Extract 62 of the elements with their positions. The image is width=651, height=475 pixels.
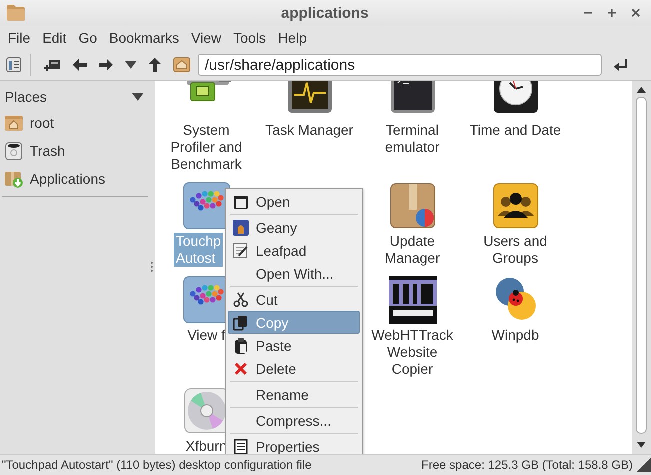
go-icon[interactable] <box>613 58 629 72</box>
menu-item[interactable]: Open With... <box>228 262 360 285</box>
geany-icon <box>233 220 249 236</box>
resize-grip-icon[interactable] <box>637 458 651 472</box>
history-caret-icon[interactable] <box>125 61 137 69</box>
sidebar-title: Places <box>5 89 48 105</box>
package-icon[interactable] <box>388 182 436 230</box>
menu-item[interactable]: Bookmarks <box>103 30 186 46</box>
trash-icon <box>5 142 23 160</box>
scissors-icon <box>233 292 249 308</box>
file-label[interactable]: Update Manager <box>366 233 458 267</box>
notepad-icon <box>233 242 249 258</box>
scroll-up-icon[interactable] <box>637 87 646 93</box>
dropdown-caret-icon[interactable] <box>132 93 144 101</box>
file-label[interactable]: Users and Groups <box>470 233 562 267</box>
file-label[interactable]: Terminal emulator <box>366 122 458 156</box>
menu-item[interactable]: Edit <box>36 30 73 46</box>
file-label[interactable]: Time and Date <box>470 122 562 139</box>
menu-item[interactable]: Go <box>72 30 104 46</box>
scrollbar[interactable] <box>632 81 651 454</box>
close-icon[interactable] <box>631 8 641 18</box>
location-field[interactable]: /usr/share/applications <box>198 54 602 76</box>
sidebar-item[interactable]: root <box>0 109 150 137</box>
menu-item[interactable]: Help <box>272 30 313 46</box>
menu-item[interactable]: File <box>2 30 37 46</box>
file-label[interactable]: Winpdb <box>470 327 562 344</box>
menu-item[interactable]: Paste <box>228 334 360 357</box>
status-text: "Touchpad Autostart" (110 bytes) desktop configuration file <box>2 458 312 472</box>
free-space-text: Free space: 125.3 GB (Total: 158.8 GB) <box>422 458 633 472</box>
menu-item[interactable]: Open <box>228 190 360 213</box>
panel-icon[interactable] <box>6 57 22 73</box>
menu-item[interactable]: Tools <box>228 30 272 46</box>
logo-icon[interactable] <box>388 276 436 324</box>
folder-home-icon <box>5 114 23 132</box>
sidebar-item[interactable]: Applications <box>0 165 150 193</box>
file-label[interactable]: Task Manager <box>264 122 356 139</box>
menu-item[interactable]: Rename <box>228 383 360 406</box>
menu-item[interactable]: Geany <box>228 216 360 239</box>
maximize-icon[interactable] <box>607 8 617 18</box>
up-icon[interactable] <box>149 58 161 72</box>
dots-icon[interactable] <box>182 182 230 230</box>
scroll-thumb[interactable] <box>636 97 647 434</box>
home-icon[interactable] <box>173 57 191 73</box>
file-label[interactable]: System Profiler and Benchmark <box>160 122 252 173</box>
copy-icon <box>233 314 249 330</box>
delete-icon <box>233 360 249 376</box>
menu-item[interactable]: Cut <box>228 288 360 311</box>
file-label[interactable]: WebHTTrack Website Copier <box>366 327 458 378</box>
splitter-handle[interactable] <box>150 260 154 274</box>
sidebar-item[interactable]: Trash <box>0 137 150 165</box>
list-icon <box>233 438 249 454</box>
back-icon[interactable] <box>73 59 87 71</box>
menu-item[interactable]: View <box>185 30 228 46</box>
clipboard-icon <box>233 338 249 354</box>
menu-item[interactable]: Delete <box>228 357 360 380</box>
menu-item[interactable]: Compress... <box>228 409 360 432</box>
people-icon[interactable] <box>492 182 540 230</box>
window-title: applications <box>280 4 370 22</box>
scroll-down-icon[interactable] <box>637 442 646 448</box>
new-tab-icon[interactable] <box>43 58 61 72</box>
forward-icon[interactable] <box>99 59 113 71</box>
menu-item[interactable]: Leafpad <box>228 239 360 262</box>
